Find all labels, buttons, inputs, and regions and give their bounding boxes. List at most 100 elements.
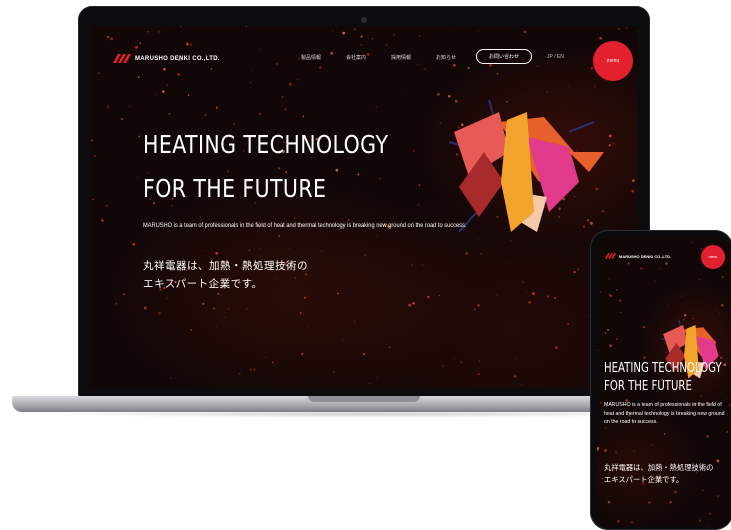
- ember-particle: [275, 62, 279, 66]
- ember-particle: [515, 358, 517, 360]
- ember-particle: [249, 368, 253, 372]
- ember-particle: [607, 328, 610, 332]
- ember-particle: [230, 249, 232, 251]
- ember-particle: [210, 68, 213, 70]
- ember-particle: [453, 358, 455, 360]
- ember-particle: [379, 178, 381, 180]
- nav-item-news[interactable]: お知らせ: [436, 54, 456, 61]
- ember-particle: [604, 332, 607, 334]
- ember-particle: [401, 92, 403, 94]
- ember-particle: [106, 105, 110, 109]
- ember-particle: [523, 30, 527, 33]
- ember-particle: [608, 134, 612, 138]
- ember-particle: [139, 42, 142, 45]
- main-nav: 製品情報 会社案内 採用情報 お知らせ: [301, 54, 456, 61]
- ember-particle: [357, 173, 360, 176]
- ember-particle: [375, 106, 377, 108]
- ember-particle: [410, 264, 413, 267]
- ember-particle: [245, 26, 248, 27]
- ember-particle: [319, 66, 322, 69]
- ember-particle: [489, 64, 492, 67]
- ember-particle: [138, 135, 141, 138]
- ember-particle: [680, 295, 682, 298]
- ember-particle: [354, 28, 356, 30]
- ember-particle: [204, 114, 207, 116]
- ember-particle: [614, 451, 618, 454]
- nav-item-recruit[interactable]: 採用情報: [391, 54, 411, 61]
- ember-particle: [616, 289, 618, 291]
- ember-particle: [608, 278, 610, 280]
- ember-particle: [215, 251, 219, 255]
- ember-particle: [725, 398, 727, 400]
- ember-particle: [609, 344, 613, 348]
- ember-particle: [702, 489, 704, 491]
- ember-particle: [376, 235, 378, 237]
- ember-particle: [245, 307, 248, 310]
- ember-particle: [643, 356, 646, 359]
- ember-particle: [640, 267, 643, 270]
- ember-particle: [347, 218, 350, 222]
- contact-button[interactable]: お問い合わせ: [476, 49, 532, 64]
- ember-particle: [522, 281, 524, 283]
- ember-particle: [136, 177, 138, 178]
- ember-particle: [185, 42, 189, 46]
- ember-particle: [250, 70, 252, 72]
- ember-particle: [238, 239, 240, 241]
- ember-particle: [98, 72, 100, 74]
- ember-particle: [590, 67, 594, 70]
- ember-particle: [460, 361, 462, 363]
- ember-particle: [171, 204, 173, 207]
- ember-particle: [442, 365, 444, 367]
- hero-title-line-1: HEATING TECHNOLOGY: [143, 130, 389, 159]
- ember-particle: [525, 291, 527, 293]
- phone-menu-button[interactable]: menu: [701, 245, 725, 269]
- ember-particle: [599, 291, 602, 294]
- camera-icon: [361, 17, 367, 23]
- ember-particle: [168, 113, 171, 115]
- ember-particle: [496, 294, 498, 296]
- ember-particle: [278, 235, 280, 237]
- laptop-notch: [308, 396, 420, 402]
- nav-item-company[interactable]: 会社案内: [346, 54, 366, 61]
- ember-particle: [233, 123, 235, 125]
- ember-particle: [217, 293, 220, 295]
- ember-particle: [253, 368, 256, 371]
- menu-button[interactable]: menu: [593, 41, 633, 81]
- ember-particle: [162, 90, 165, 93]
- phone-hero-title-line-2: FOR THE FUTURE: [604, 379, 692, 394]
- hero-abstract-graphic: [448, 99, 604, 233]
- ember-particle: [216, 326, 218, 328]
- ember-particle: [137, 76, 140, 79]
- ember-particle: [577, 268, 579, 271]
- ember-particle: [158, 311, 161, 315]
- ember-particle: [105, 205, 108, 207]
- nav-item-products[interactable]: 製品情報: [301, 54, 321, 61]
- ember-particle: [305, 273, 308, 276]
- ember-particle: [616, 338, 618, 341]
- phone-hero-jp-line-2: エキスパート企業です。: [604, 475, 684, 484]
- ember-particle: [608, 293, 611, 297]
- ember-particle: [528, 301, 531, 304]
- ember-particle: [673, 490, 677, 494]
- ember-particle: [554, 346, 558, 350]
- ember-particle: [706, 435, 709, 438]
- ember-particle: [716, 459, 720, 463]
- ember-particle: [666, 305, 669, 307]
- ember-particle: [618, 299, 622, 302]
- ember-particle: [265, 356, 267, 359]
- ember-particle: [612, 142, 615, 145]
- ember-particle: [157, 30, 161, 33]
- phone-hero-jp-line-1: 丸祥電器は、加熱・熱処理技術の: [604, 463, 714, 472]
- ember-particle: [448, 28, 450, 30]
- ember-particle: [393, 33, 396, 36]
- site-logo[interactable]: MARUSHO DENKI CO.,LTD.: [113, 54, 220, 63]
- ember-particle: [617, 520, 620, 523]
- ember-particle: [388, 346, 391, 348]
- ember-particle: [189, 43, 193, 47]
- phone-site-logo[interactable]: MARUSHO DENKI CO.,LTD.: [605, 253, 671, 259]
- language-switch[interactable]: JP / EN: [547, 54, 564, 60]
- ember-particle: [567, 323, 570, 325]
- ember-particle: [620, 311, 622, 313]
- ember-particle: [288, 82, 292, 86]
- ember-particle: [190, 329, 192, 331]
